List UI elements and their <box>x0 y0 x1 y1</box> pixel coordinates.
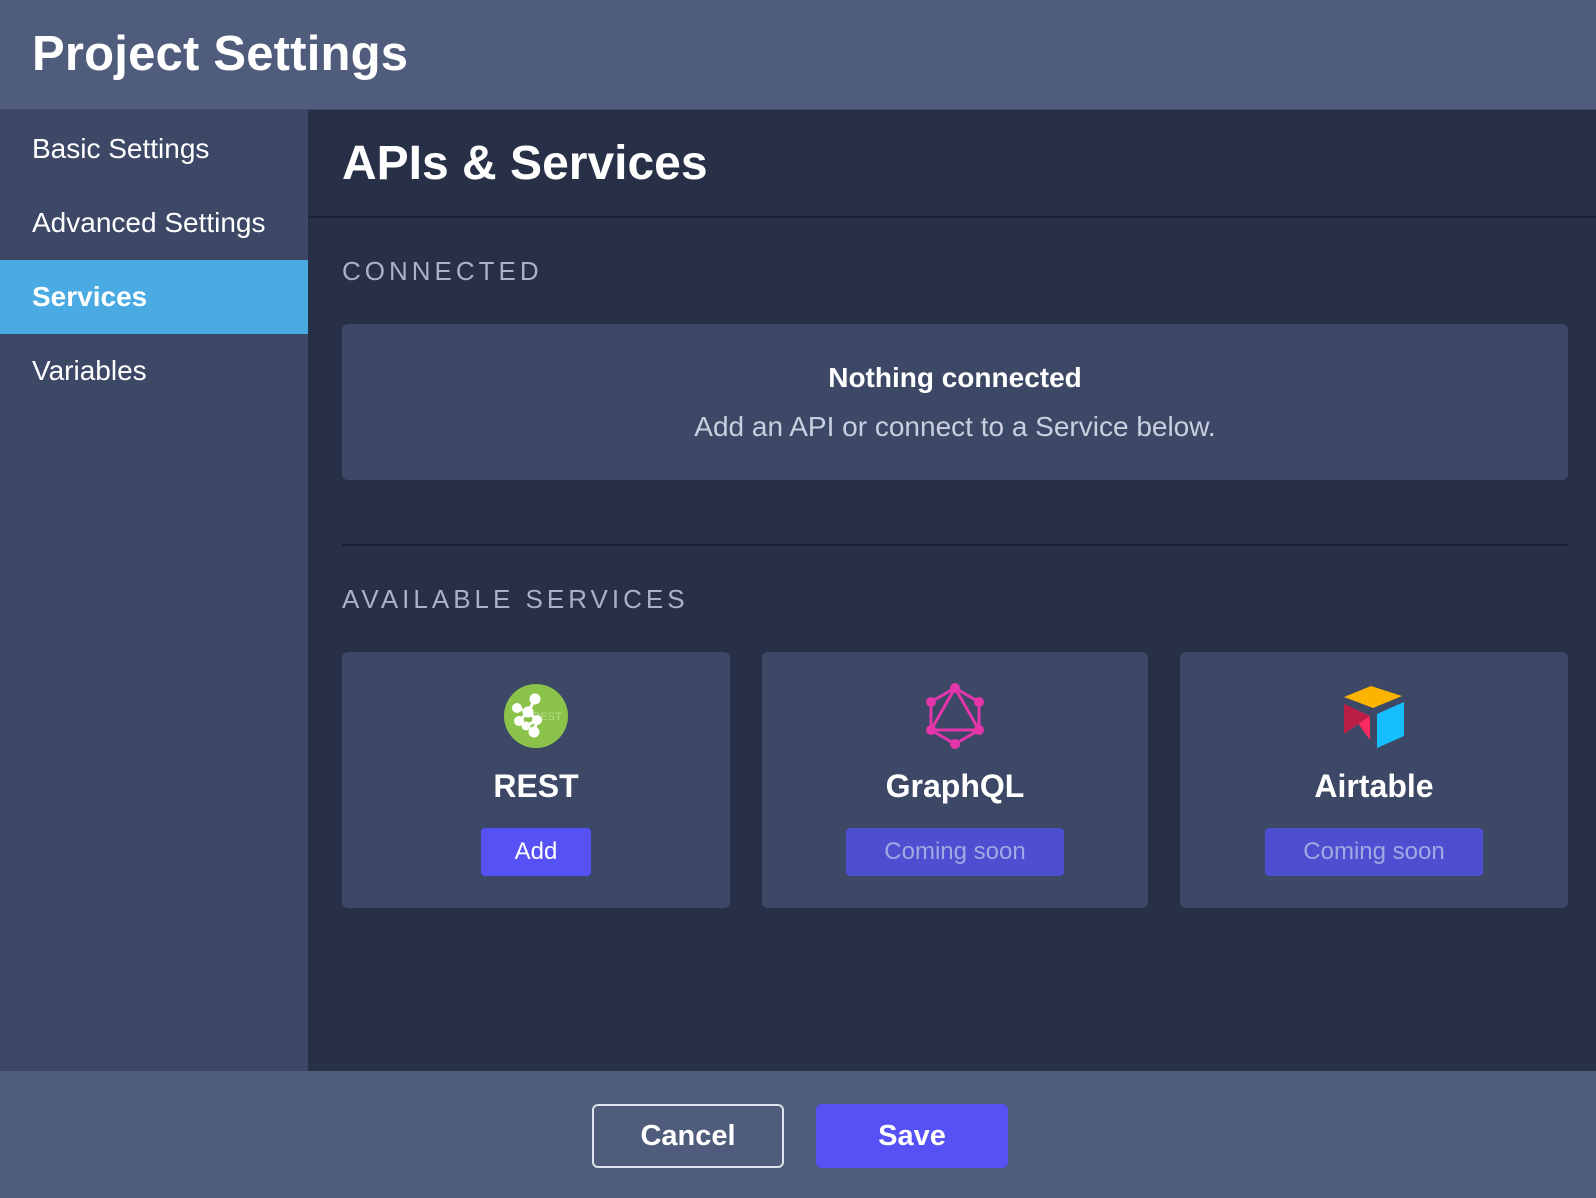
title-divider <box>308 216 1596 218</box>
settings-sidebar: Basic Settings Advanced Settings Service… <box>0 110 308 1071</box>
connected-section-label: CONNECTED <box>342 256 543 286</box>
sidebar-item-basic-settings[interactable]: Basic Settings <box>0 112 308 186</box>
service-name: Airtable <box>1314 768 1434 804</box>
service-name: REST <box>493 768 579 804</box>
dialog-footer: Cancel Save <box>0 1071 1596 1198</box>
project-settings-dialog: Project Settings Basic Settings Advanced… <box>0 0 1596 1198</box>
available-services-label: AVAILABLE SERVICES <box>342 584 689 614</box>
rest-icon: REST <box>502 682 570 750</box>
service-card-graphql: GraphQL Coming soon <box>762 652 1148 908</box>
dialog-header: Project Settings <box>0 0 1596 110</box>
cancel-button[interactable]: Cancel <box>592 1104 784 1168</box>
section-divider <box>342 544 1568 546</box>
airtable-icon <box>1340 682 1408 750</box>
sidebar-item-services[interactable]: Services <box>0 260 308 334</box>
graphql-coming-soon-button: Coming soon <box>846 828 1064 876</box>
add-rest-button[interactable]: Add <box>481 828 591 876</box>
sidebar-item-variables[interactable]: Variables <box>0 334 308 408</box>
empty-state-title: Nothing connected <box>828 362 1082 393</box>
page-title: APIs & Services <box>342 137 708 190</box>
services-panel: APIs & Services CONNECTED Nothing connec… <box>308 110 1596 1071</box>
graphql-icon <box>921 682 989 750</box>
connected-empty-state: Nothing connected Add an API or connect … <box>342 324 1568 480</box>
airtable-coming-soon-button: Coming soon <box>1265 828 1483 876</box>
sidebar-item-advanced-settings[interactable]: Advanced Settings <box>0 186 308 260</box>
empty-state-subtitle: Add an API or connect to a Service below… <box>694 411 1216 442</box>
dialog-title: Project Settings <box>32 27 409 81</box>
save-button[interactable]: Save <box>816 1104 1008 1168</box>
service-card-rest: REST REST Add <box>342 652 730 908</box>
service-name: GraphQL <box>885 768 1025 804</box>
service-card-airtable: Airtable Coming soon <box>1180 652 1568 908</box>
